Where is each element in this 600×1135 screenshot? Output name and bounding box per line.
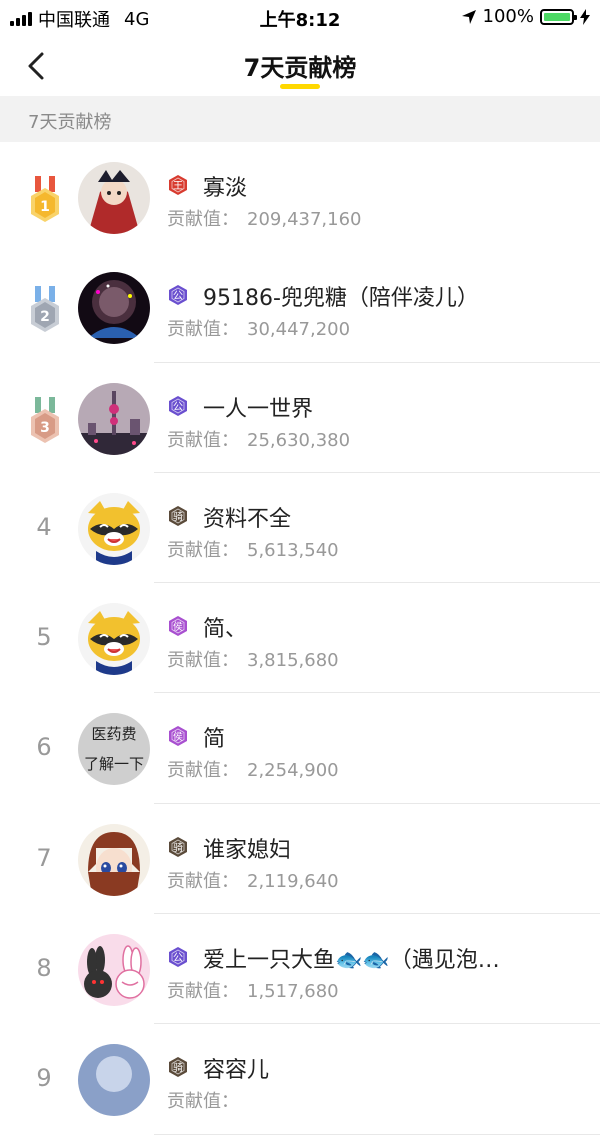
contribution-label: 贡献值： [167, 981, 239, 1003]
medal-rank-number: 3 [40, 420, 50, 436]
badge-label: 骑 [173, 510, 183, 523]
contribution-label: 贡献值： [167, 760, 239, 782]
rank-badge-icon: 公 [167, 395, 189, 417]
rank-badge-icon: 侯 [167, 615, 189, 637]
list-item[interactable]: 3 公 一人一世界贡献值： 25,630,380 [0, 363, 600, 473]
list-item[interactable]: 1 王 寡淡贡献值： 209,437,160 [0, 142, 600, 252]
contribution-label: 贡献值： [167, 650, 239, 672]
silver-medal-icon: 2 [28, 286, 62, 334]
contribution-label: 贡献值： [167, 539, 239, 561]
rank-badge-icon: 公 [167, 284, 189, 306]
contribution-value: 2,254,900 [247, 760, 339, 782]
rank-number: 9 [36, 1064, 52, 1093]
section-label: 7天贡献榜 [28, 112, 112, 133]
status-bar: 中国联通 4G 上午8:12 100% [0, 0, 600, 34]
contribution-value: 1,517,680 [247, 981, 339, 1003]
badge-label: 侯 [173, 730, 183, 743]
avatar[interactable] [78, 492, 150, 565]
list-item[interactable]: 7 骑 谁家媳妇贡献值： 2,119,640 [0, 804, 600, 915]
avatar-text-1: 医药费 [91, 725, 137, 744]
bronze-medal-icon: 3 [28, 396, 62, 445]
contribution-value: 209,437,160 [247, 209, 362, 230]
status-right: 100% [461, 6, 590, 27]
badge-label: 公 [173, 402, 183, 413]
avatar[interactable] [78, 823, 150, 896]
bolt-icon [580, 8, 590, 25]
user-name: 简 [203, 727, 226, 753]
avatar[interactable] [78, 382, 150, 455]
rank-badge-icon: 骑 [167, 505, 189, 527]
user-name: 爱上一只大鱼🐟🐟（遇见泡… [203, 948, 500, 974]
rank-badge-icon: 王 [167, 174, 189, 196]
user-name: 资料不全 [203, 506, 292, 532]
contribution-label: 贡献值： [167, 209, 239, 230]
battery-icon [540, 8, 577, 25]
contribution-label: 贡献值： [167, 1091, 239, 1113]
contribution: 贡献值： 3,815,680 [167, 646, 339, 672]
user-name: 简、 [203, 617, 248, 643]
contribution-value: 30,447,200 [247, 319, 351, 341]
rank-number: 6 [36, 733, 52, 762]
avatar[interactable] [78, 162, 150, 234]
rank-badge-icon: 骑 [167, 836, 189, 858]
badge-label: 公 [173, 953, 183, 964]
battery-percent: 100% [482, 6, 534, 27]
list-item[interactable]: 2 公 95186-兜兜糖（陪伴凌儿） 贡献值： 30,447,200 [0, 252, 600, 363]
rank-number: 7 [36, 843, 52, 872]
avatar[interactable]: 医药费 了解一下 [78, 713, 150, 786]
contribution-label: 贡献值： [167, 870, 239, 892]
contribution-value: 3,815,680 [247, 650, 339, 672]
badge-label: 骑 [173, 1061, 183, 1074]
list-item[interactable]: 8 公 爱上一只大鱼🐟🐟（遇见泡… 贡献值： 1,517,680 [0, 914, 600, 1025]
list-item[interactable]: 9 骑 容容儿贡献值： [0, 1024, 600, 1135]
user-name: 谁家媳妇 [203, 837, 292, 863]
rank-number: 5 [36, 623, 52, 652]
contribution: 贡献值： 25,630,380 [167, 426, 350, 452]
contribution: 贡献值： 30,447,200 [167, 315, 350, 341]
nav-bar: 7天贡献榜 [0, 34, 600, 96]
avatar[interactable] [78, 272, 150, 345]
contribution: 贡献值： 1,517,680 [167, 977, 339, 1003]
ranking-list: 1 王 寡淡贡献值： 209,437,160 2 公 95186-兜兜糖（陪伴凌儿） 贡献值：… [0, 142, 600, 1135]
location-arrow-icon [461, 9, 476, 24]
rank-badge-icon: 侯 [167, 725, 189, 747]
avatar[interactable] [78, 603, 150, 676]
list-item[interactable]: 4 骑 资料不全贡献值： 5,613,540 [0, 473, 600, 584]
avatar[interactable] [78, 1044, 150, 1117]
contribution-value: 25,630,380 [247, 429, 351, 451]
contribution: 贡献值： 5,613,540 [167, 536, 339, 562]
badge-label: 王 [173, 181, 183, 192]
contribution: 贡献值： 2,254,900 [167, 756, 339, 782]
badge-label: 公 [173, 291, 183, 302]
contribution-value: 5,613,540 [247, 539, 339, 561]
medal-rank-number: 1 [40, 199, 50, 215]
avatar-text-2: 了解一下 [83, 755, 144, 774]
title-underline [280, 84, 320, 89]
medal-rank-number: 2 [40, 309, 50, 325]
contribution-value: 2,119,640 [247, 870, 339, 892]
page-title: 7天贡献榜 [243, 54, 357, 82]
user-name: 一人一世界 [203, 396, 314, 422]
contribution: 贡献值： [167, 1087, 247, 1113]
list-item[interactable]: 5 侯 简、贡献值： 3,815,680 [0, 583, 600, 694]
rank-number: 8 [36, 954, 52, 983]
rank-badge-icon: 骑 [167, 1056, 189, 1078]
user-name: 容容儿 [203, 1058, 270, 1084]
gold-medal-icon: 1 [28, 176, 62, 224]
contribution: 贡献值： 2,119,640 [167, 867, 339, 893]
rank-number: 4 [36, 512, 52, 541]
user-name: 95186-兜兜糖（陪伴凌儿） [203, 286, 479, 312]
badge-label: 侯 [173, 620, 183, 633]
avatar[interactable] [78, 934, 150, 1007]
user-name: 寡淡 [203, 176, 248, 201]
rank-badge-icon: 公 [167, 946, 189, 968]
contribution: 贡献值： 209,437,160 [167, 205, 362, 231]
badge-label: 骑 [173, 841, 183, 854]
contribution-label: 贡献值： [167, 319, 239, 341]
contribution-label: 贡献值： [167, 429, 239, 451]
list-item[interactable]: 6 医药费了解一下 侯 简贡献值： 2,254,900 [0, 693, 600, 804]
section-header: 7天贡献榜 [0, 96, 600, 142]
